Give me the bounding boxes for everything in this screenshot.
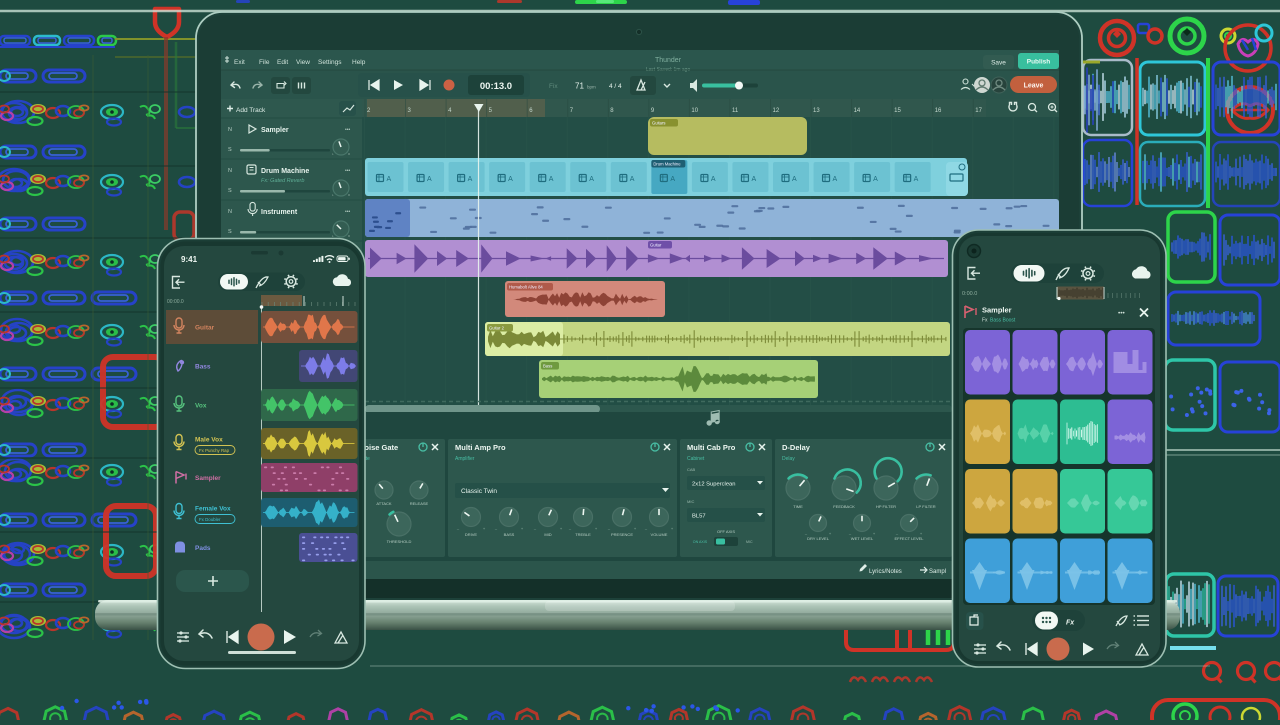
svg-text:0:00.0: 0:00.0 <box>962 291 977 297</box>
svg-text:Bass Boost: Bass Boost <box>990 318 1016 324</box>
svg-text:Fx: Fx <box>1066 620 1075 627</box>
svg-text:Sampler: Sampler <box>982 306 1012 315</box>
svg-text:Fx: Fx <box>982 318 988 324</box>
svg-text:•••: ••• <box>1118 310 1126 317</box>
